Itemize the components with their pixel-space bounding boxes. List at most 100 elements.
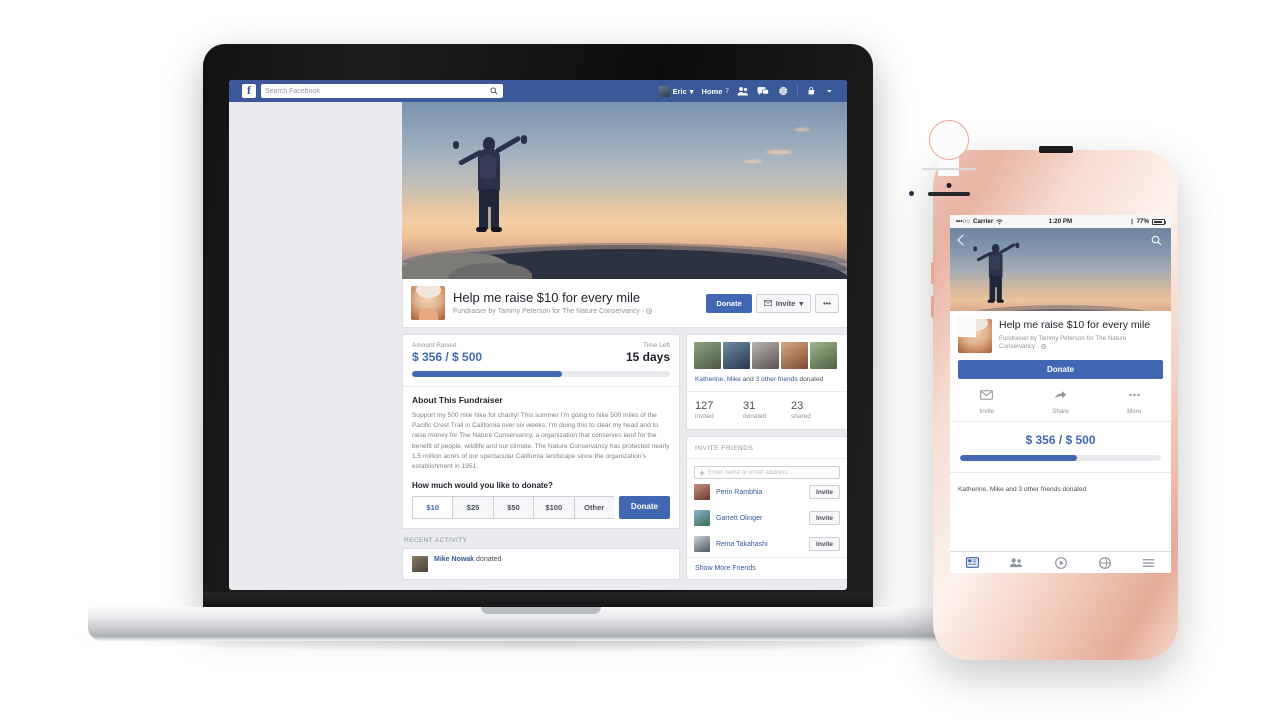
about-section: About This Fundraiser Support my 500 mil… <box>403 386 679 528</box>
nav-right-cluster: Eric ▾ Home 7 <box>658 85 834 97</box>
friend-row: Reina Takahashi Invite <box>687 531 847 557</box>
action-label: More <box>1127 408 1142 415</box>
phone-volume-down-button[interactable] <box>931 296 934 318</box>
amount-raised-value: $ 356 / $ 500 <box>1025 433 1096 447</box>
home-button[interactable] <box>928 120 969 160</box>
phone-nav-overlay <box>950 228 1171 331</box>
avatar[interactable] <box>694 536 710 552</box>
activity-user-name[interactable]: Mike Nowak <box>434 556 474 563</box>
search-icon[interactable] <box>1151 235 1162 246</box>
amount-option-10[interactable]: $10 <box>412 496 453 520</box>
menu-icon <box>1143 558 1155 567</box>
friend-requests-icon[interactable] <box>737 86 749 96</box>
avatar[interactable] <box>810 342 837 369</box>
two-column-layout: Amount Raised $ 356 / $ 500 Time Left 15… <box>402 334 847 581</box>
action-label: Invite <box>979 408 995 415</box>
nav-home-link[interactable]: Home 7 <box>702 87 729 96</box>
friend-name[interactable]: Reina Takahashi <box>716 541 803 548</box>
avatar[interactable] <box>411 286 445 320</box>
about-body: Support my 500 mile hike for charity! Th… <box>412 412 670 471</box>
phone-body: •••○○ Carrier 1:20 PM 77% Help me raise … <box>908 120 1178 660</box>
fundraiser-subtitle: Fundraiser by Tammy Peterson for The Nat… <box>999 335 1163 352</box>
avatar[interactable] <box>694 484 710 500</box>
activity-action: donated <box>476 556 502 564</box>
donate-submit-button[interactable]: Donate <box>618 496 670 520</box>
amount-raised-label: Amount Raised <box>412 342 457 349</box>
friend-name[interactable]: Perin Rambhia <box>716 489 803 496</box>
avatar[interactable] <box>694 510 710 526</box>
invite-friend-button[interactable]: Invite <box>809 537 840 551</box>
stat-number: 23 <box>791 400 804 412</box>
phone-tab-bar <box>950 551 1171 573</box>
progress-header: Amount Raised $ 356 / $ 500 Time Left 15… <box>403 335 679 364</box>
amount-option-other[interactable]: Other <box>573 496 614 520</box>
privacy-lock-icon[interactable] <box>806 86 818 96</box>
phone-antenna <box>1038 146 1073 153</box>
tab-menu[interactable] <box>1127 558 1171 568</box>
tab-news-feed[interactable] <box>950 557 994 568</box>
more-action[interactable]: More <box>1097 387 1171 415</box>
avatar[interactable] <box>412 556 428 573</box>
avatar[interactable] <box>694 342 721 369</box>
amount-option-50[interactable]: $50 <box>492 496 534 520</box>
donors-verb: donated <box>797 376 824 383</box>
amount-raised-block: Amount Raised $ 356 / $ 500 <box>412 342 482 364</box>
recent-activity-label: RECENT ACTIVITY <box>404 537 468 545</box>
cover-photo[interactable] <box>402 102 847 279</box>
invite-friends-panel: INVITE FRIENDS Enter name or email addre… <box>686 436 847 580</box>
tab-notifications[interactable] <box>1083 556 1127 569</box>
friend-name[interactable]: Garrett Olinger <box>716 515 803 522</box>
phone-volume-up-button[interactable] <box>931 262 934 284</box>
ellipsis-icon <box>1128 393 1140 397</box>
bluetooth-icon <box>1130 218 1133 225</box>
phone-screen: •••○○ Carrier 1:20 PM 77% Help me raise … <box>950 215 1171 573</box>
status-time: 1:20 PM <box>1048 218 1073 225</box>
show-more-friends-link[interactable]: Show More Friends <box>687 557 847 579</box>
phone-bottom-line <box>921 168 976 170</box>
avatar <box>658 85 670 97</box>
amount-option-100[interactable]: $100 <box>533 496 574 520</box>
notifications-globe-icon[interactable] <box>777 86 789 96</box>
donors-summary: Katherine, Mike and 3 other friends dona… <box>958 486 1087 493</box>
search-input[interactable]: Search Facebook <box>261 84 503 98</box>
invite-search-input[interactable]: Enter name or email address... <box>694 466 840 479</box>
tab-video[interactable] <box>1038 556 1082 569</box>
time-left-label: Time Left <box>643 342 670 349</box>
avatar[interactable] <box>781 342 808 369</box>
donors-names[interactable]: Katherine, Mike <box>695 376 741 383</box>
progress-bar <box>960 455 1161 461</box>
phone-cover-photo[interactable] <box>950 228 1171 331</box>
avatar[interactable] <box>723 342 750 369</box>
time-left-block: Time Left 15 days <box>626 342 670 364</box>
nav-user-profile[interactable]: Eric ▾ <box>658 85 694 97</box>
invite-action[interactable]: Invite <box>950 387 1024 415</box>
tab-friends[interactable] <box>994 557 1038 568</box>
carrier-label: Carrier <box>972 218 994 225</box>
donors-join: and <box>740 376 756 383</box>
facebook-logo-icon[interactable]: f <box>242 84 256 98</box>
donate-button[interactable]: Donate <box>958 360 1163 379</box>
stat-number: 127 <box>695 400 714 412</box>
avatar[interactable] <box>752 342 779 369</box>
search-placeholder: Search Facebook <box>265 87 320 95</box>
envelope-icon <box>980 390 994 400</box>
amount-option-25[interactable]: $25 <box>452 496 493 520</box>
donors-summary: Katherine, Mike and 3 other friends dona… <box>687 369 847 391</box>
news-feed-icon <box>965 557 979 568</box>
messages-icon[interactable] <box>757 86 769 96</box>
wifi-icon <box>996 219 1003 224</box>
progress-bar <box>412 371 670 377</box>
invite-friend-button[interactable]: Invite <box>809 511 840 525</box>
time-left-value: 15 days <box>625 350 670 364</box>
recent-activity-panel: Mike Nowak donated <box>402 548 680 581</box>
donate-button[interactable]: Donate <box>706 293 752 313</box>
invite-button[interactable]: Invite ▾ <box>755 293 812 313</box>
back-chevron-icon[interactable] <box>957 234 969 246</box>
proximity-sensor-icon <box>908 191 914 196</box>
more-options-button[interactable]: ••• <box>815 293 839 313</box>
donors-others[interactable]: 3 other friends <box>755 376 797 383</box>
account-caret-icon[interactable] <box>826 86 834 96</box>
status-right: 77% <box>1130 218 1167 225</box>
invite-friend-button[interactable]: Invite <box>809 485 840 499</box>
share-action[interactable]: Share <box>1024 387 1098 415</box>
